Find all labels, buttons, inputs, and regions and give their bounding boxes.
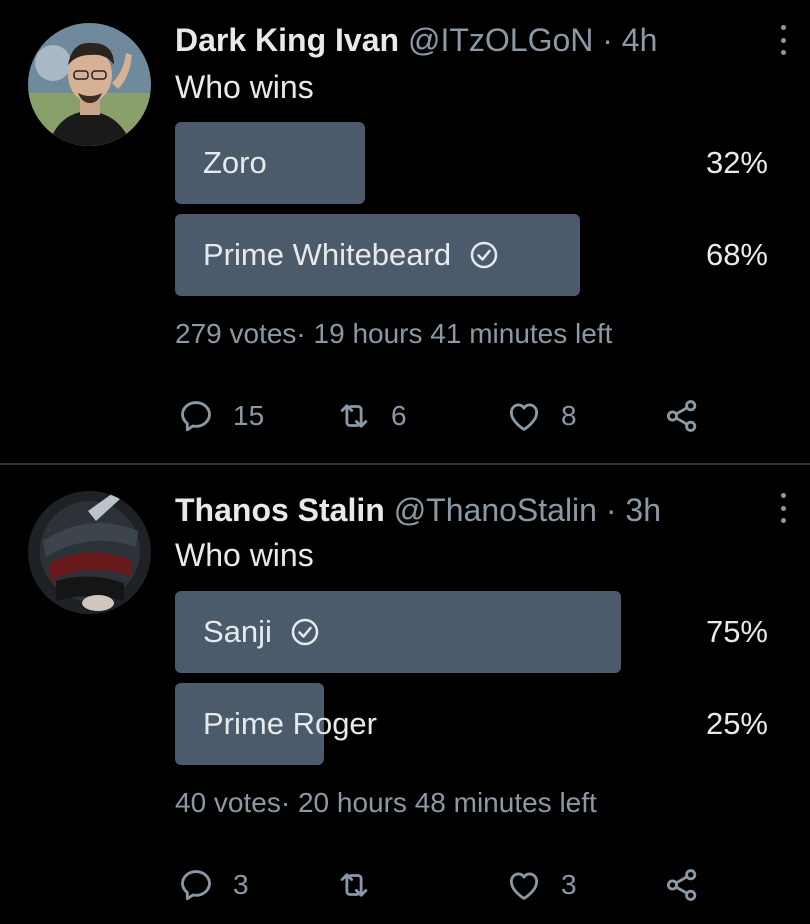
poll-option-percent: 25% <box>705 706 768 741</box>
poll-option-label: Prime Whitebeard <box>203 237 452 272</box>
tweet-text: Who wins <box>175 69 314 105</box>
user-handle[interactable]: @ITzOLGoN <box>408 22 593 58</box>
reply-button[interactable]: 15 <box>177 396 264 436</box>
poll-option-percent: 32% <box>705 145 768 180</box>
share-button[interactable] <box>663 396 701 436</box>
poll-option-label-wrap: Sanji <box>203 591 320 673</box>
poll-option-percent: 75% <box>705 614 768 649</box>
more-vertical-icon[interactable] <box>778 493 788 523</box>
separator-dot: · <box>602 22 613 58</box>
share-icon <box>666 869 697 901</box>
tweet-header: Dark King Ivan @ITzOLGoN · 4h <box>175 20 657 60</box>
timestamp[interactable]: 3h <box>625 492 661 528</box>
tweet[interactable]: Dark King Ivan @ITzOLGoN · 4h Who wins Z… <box>0 0 810 463</box>
separator-dot: · <box>605 492 617 528</box>
retweet-icon <box>340 873 368 897</box>
poll-time-left: 20 hours 48 minutes left <box>297 787 597 818</box>
poll-meta: 279 votes· 19 hours 41 minutes left <box>175 318 612 350</box>
tweet[interactable]: Thanos Stalin @ThanoStalin · 3h Who wins… <box>0 465 810 924</box>
poll-option: Prime Whitebeard 68% <box>175 214 770 296</box>
poll-option-label: Sanji <box>203 614 272 649</box>
poll-option-label-wrap: Zoro <box>203 122 267 204</box>
check-circle-icon <box>291 618 319 646</box>
tweet-actions: 15 6 8 <box>175 396 735 436</box>
display-name[interactable]: Thanos Stalin <box>175 492 385 528</box>
meta-bullet: · <box>280 787 291 818</box>
timestamp[interactable]: 4h <box>622 22 658 58</box>
poll-meta: 40 votes· 20 hours 48 minutes left <box>175 787 597 819</box>
meta-bullet: · <box>296 318 306 349</box>
poll-option-label-wrap: Prime Whitebeard <box>203 214 499 296</box>
poll-option-label: Prime Roger <box>203 706 377 741</box>
poll-option-percent: 68% <box>705 237 768 272</box>
poll-option: Zoro 32% <box>175 122 770 204</box>
avatar[interactable] <box>28 23 151 146</box>
share-icon <box>666 400 697 432</box>
retweet-icon <box>340 404 368 428</box>
tweet-actions: 3 3 <box>175 865 735 905</box>
vote-count: 279 votes <box>175 318 297 349</box>
tweet-text: Who wins <box>175 537 314 573</box>
like-count: 3 <box>561 869 577 900</box>
reply-button[interactable]: 3 <box>177 865 249 905</box>
poll-option-label-wrap: Prime Roger <box>203 683 377 765</box>
poll-option-label: Zoro <box>203 145 267 180</box>
reply-count: 3 <box>233 869 249 900</box>
share-button[interactable] <box>663 865 701 905</box>
reply-icon <box>181 870 211 901</box>
reply-count: 15 <box>233 400 265 431</box>
avatar[interactable] <box>28 491 151 614</box>
poll-option: Prime Roger 25% <box>175 683 770 765</box>
like-button[interactable]: 3 <box>505 865 577 905</box>
tweet-header: Thanos Stalin @ThanoStalin · 3h <box>175 490 661 530</box>
user-handle[interactable]: @ThanoStalin <box>394 492 597 528</box>
reply-icon <box>181 401 211 432</box>
like-button[interactable]: 8 <box>505 396 577 436</box>
poll-option: Sanji 75% <box>175 591 770 673</box>
retweet-button[interactable] <box>335 865 391 905</box>
heart-icon <box>509 872 539 900</box>
heart-icon <box>509 403 539 431</box>
vote-count: 40 votes <box>175 787 281 818</box>
poll-time-left: 19 hours 41 minutes left <box>313 318 613 349</box>
retweet-count: 6 <box>391 400 407 431</box>
retweet-button[interactable]: 6 <box>335 396 407 436</box>
display-name[interactable]: Dark King Ivan <box>175 22 399 58</box>
check-circle-icon <box>470 241 498 269</box>
like-count: 8 <box>561 400 577 431</box>
more-vertical-icon[interactable] <box>778 25 788 55</box>
